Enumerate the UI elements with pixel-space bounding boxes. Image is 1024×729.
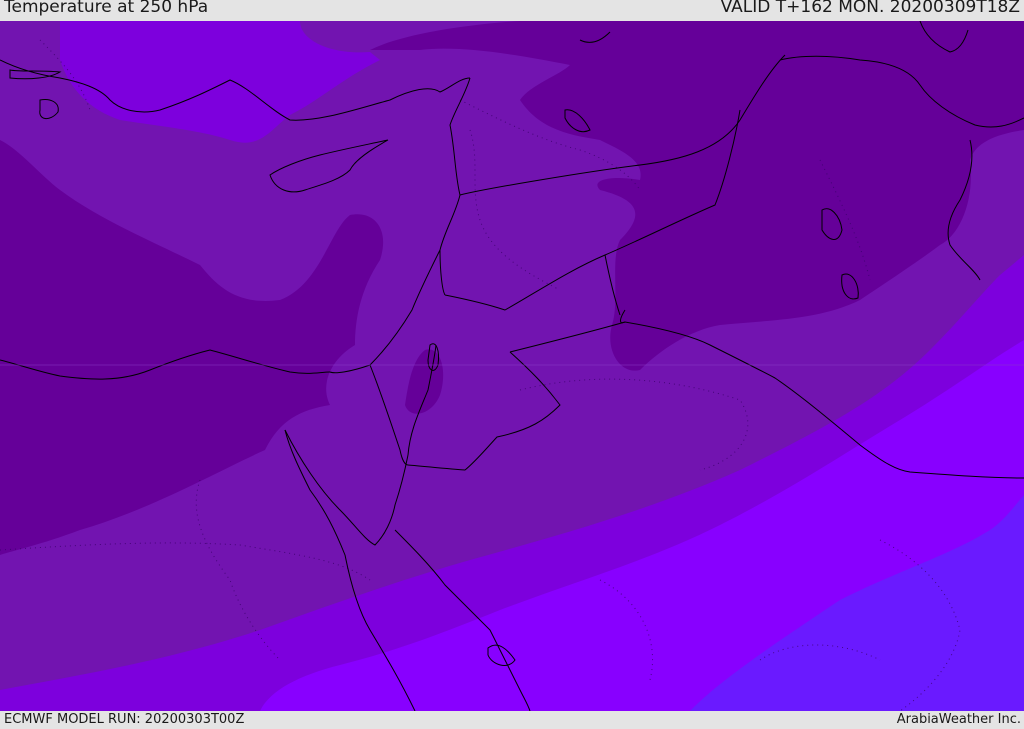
map-title: Temperature at 250 hPa (4, 0, 209, 17)
temperature-map (0, 21, 1024, 711)
model-run-label: ECMWF MODEL RUN: 20200303T00Z (4, 712, 245, 727)
map-footer: ECMWF MODEL RUN: 20200303T00Z ArabiaWeat… (0, 711, 1024, 729)
brand-label: ArabiaWeather Inc. (896, 712, 1021, 727)
valid-time: VALID T+162 MON. 20200309T18Z (720, 0, 1020, 17)
map-header: Temperature at 250 hPa VALID T+162 MON. … (0, 0, 1024, 21)
